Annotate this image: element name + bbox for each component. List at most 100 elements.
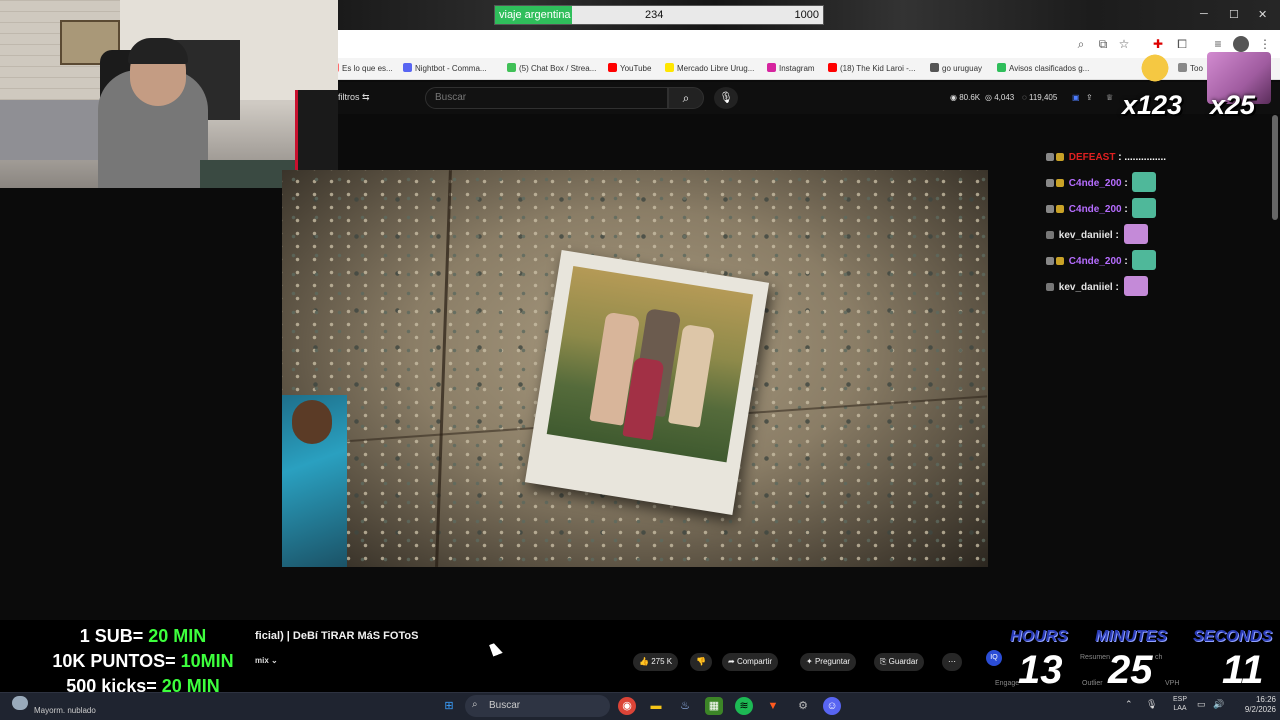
hours-label: HOURS [1010,628,1068,645]
emote-image [1123,276,1148,296]
bookmark-item[interactable]: Es lo que es... [330,63,393,73]
scrollbar[interactable] [1272,115,1278,220]
dislike-button[interactable]: 👎 [690,653,712,671]
bookmark-favicon-icon [403,63,412,72]
bookmark-item[interactable]: Nightbot - Comma... [403,63,487,73]
emote-image [1132,250,1157,270]
more-actions-button[interactable]: ⋯ [942,653,962,671]
badge-icon [1046,179,1054,187]
minimize-button[interactable]: ─ [1200,8,1208,20]
chat-message: C4nde_200 : [1046,250,1157,272]
filters-button[interactable]: filtros ⇆ [338,92,370,103]
upload-icon[interactable]: ⇪ [1086,93,1093,102]
like-button[interactable]: 👍 275 K [633,653,679,671]
search-icon: ⌕ [472,699,478,710]
microphone-icon[interactable]: 🎙 [1146,699,1157,710]
polaroid-photo [524,250,770,515]
menu-kebab-icon[interactable]: ⋮ [1257,36,1273,52]
chat-message: kev_daniiel : [1046,224,1148,246]
bookmark-item[interactable]: Too [1178,63,1203,73]
search-placeholder: Buscar [435,92,467,103]
minecraft-icon[interactable]: ▦ [705,697,723,715]
counter-label: x123 [1122,90,1183,120]
weather-icon[interactable] [12,696,28,710]
emote-image [1132,198,1157,218]
share-icon: ➦ [728,657,735,666]
language-indicator[interactable]: ESP LAA [1168,695,1192,713]
minutes-value: 25 [1108,648,1153,692]
network-icon[interactable]: ▭ [1197,699,1206,710]
clock[interactable]: 16:26 9/2/2026 [1232,695,1276,715]
save-button[interactable]: ⎘ Guardar [874,653,924,671]
rule-line: 1 SUB= 20 MIN [79,626,207,646]
emote-image [1123,224,1148,244]
microphone-icon[interactable]: 🎙 [714,87,738,109]
bookmark-favicon-icon [507,63,516,72]
webcam-overlay [0,0,338,188]
seconds-value: 11 [1222,648,1264,692]
ask-button[interactable]: ✦ Preguntar [800,653,857,671]
bookmark-item[interactable]: YouTube [608,63,651,73]
share-button[interactable]: ➦ Compartir [722,653,779,671]
taskbar-search[interactable] [465,695,610,717]
settings-icon[interactable]: ⚙ [794,697,812,715]
likes-stat: ◎ 4,043 [985,93,1015,102]
bookmark-star-icon[interactable]: ☆ [1116,36,1132,52]
extension-logo-icon[interactable]: IQ [986,650,1002,666]
profile-avatar[interactable] [1233,36,1249,52]
trophy-icon[interactable]: ♕ [1106,93,1113,102]
badge-icon [1046,257,1054,265]
bookmark-item[interactable]: Mercado Libre Urug... [665,63,754,73]
seconds-label: SECONDS [1193,628,1273,645]
extension-icon[interactable]: ✚ [1150,36,1166,52]
goal-current: 234 [645,9,664,21]
badge-icon [1046,231,1054,239]
chevron-up-icon[interactable]: ⌃ [1125,699,1133,710]
windows-start-icon[interactable]: ⊞ [440,697,458,715]
chrome-icon[interactable]: ◉ [618,697,636,715]
weather-text[interactable]: Mayorm. nublado [34,706,96,715]
badge-icon [1056,257,1064,265]
bookmark-item[interactable]: Instagram [767,63,815,73]
sticker-image [1138,52,1172,92]
bookmark-folder-icon [1178,63,1187,72]
thumbs-down-icon: 👎 [696,657,706,666]
install-icon[interactable]: ⧉ [1095,36,1111,52]
zoom-icon[interactable]: ⌕ [1073,36,1089,52]
bookmark-item[interactable]: (5) Chat Box / Strea... [507,63,596,73]
screen: viaje argentina 234 1000 ─ ☐ ✕ ⌕ ⧉ ☆ ✚ ⧠… [0,0,1280,720]
bookmark-favicon-icon [828,63,837,72]
donation-goal-bar: viaje argentina 234 1000 [494,5,824,25]
bookmark-item[interactable]: (18) The Kid Laroi -... [828,63,915,73]
badge-icon [1056,179,1064,187]
steam-icon[interactable]: ♨ [676,697,694,715]
thumbs-up-icon: 👍 [639,657,649,666]
bookmark-favicon-icon [930,63,939,72]
bookmark-item[interactable]: Avisos clasificados g... [997,63,1089,73]
spotify-icon[interactable]: ≋ [735,697,753,715]
badge-icon [1056,153,1064,161]
maximize-button[interactable]: ☐ [1229,8,1239,21]
rule-line: 10K PUNTOS= 10MIN [52,651,234,671]
bookmark-favicon-icon [608,63,617,72]
badge-icon [1056,205,1064,213]
volume-icon[interactable]: 🔊 [1213,699,1224,710]
chat-message: C4nde_200 : [1046,198,1157,220]
bookmark-item[interactable]: go uruguay [930,63,982,73]
video-player[interactable] [282,170,988,567]
bookmark-favicon-icon [767,63,776,72]
close-button[interactable]: ✕ [1258,8,1267,21]
folder-icon[interactable]: ▬ [647,697,665,715]
discord-icon[interactable]: ☺ [823,697,841,715]
extension-badge-icon[interactable]: ▣ [1072,93,1080,102]
chat-message: C4nde_200 : [1046,172,1157,194]
taskbar-search-text: Buscar [489,700,521,711]
emote-image [1132,172,1157,192]
remix-chip[interactable]: mix ⌄ [255,656,278,665]
extensions-puzzle-icon[interactable]: ⧠ [1174,36,1190,52]
brave-icon[interactable]: ▼ [764,697,782,715]
search-icon[interactable]: ⌕ [668,87,704,109]
views-stat: ◉ 80.6K [950,93,981,102]
tab-search-icon[interactable]: ≡ [1210,36,1226,52]
taskbar [0,692,1280,720]
